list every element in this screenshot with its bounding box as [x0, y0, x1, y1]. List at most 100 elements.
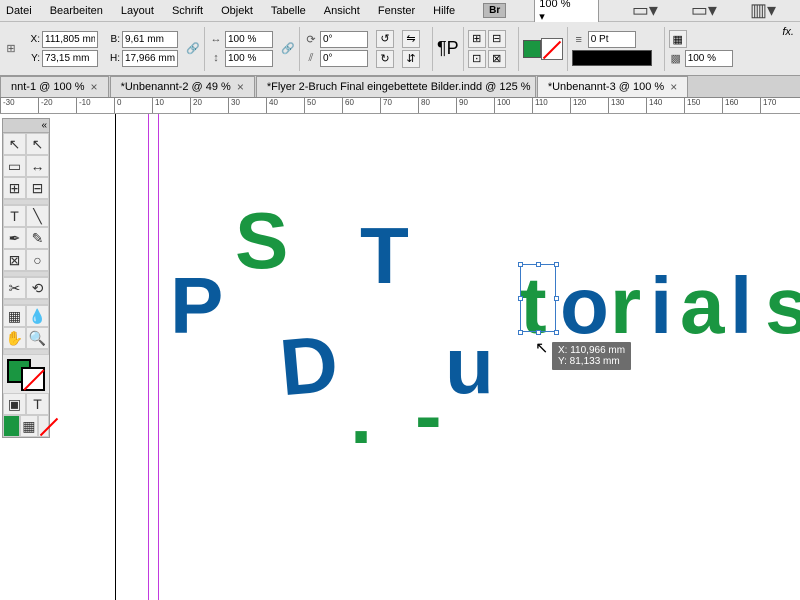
tab-2[interactable]: *Unbenannt-2 @ 49 %×: [110, 76, 255, 97]
menu-ansicht[interactable]: Ansicht: [324, 5, 360, 17]
formatting-container-button[interactable]: ▣: [3, 393, 26, 415]
scale-x-icon: ↔: [209, 32, 223, 46]
document-tabs: nnt-1 @ 100 %× *Unbenannt-2 @ 49 %× *Fly…: [0, 76, 800, 98]
constrain-proportions-icon[interactable]: 🔗: [186, 42, 200, 56]
apply-none-button[interactable]: [38, 415, 49, 437]
rotate-ccw-button[interactable]: ↺: [376, 30, 394, 48]
horizontal-ruler[interactable]: -30-20-100102030405060708090100110120130…: [0, 98, 800, 114]
cursor-icon: ↖: [535, 338, 548, 358]
transform-tool[interactable]: ⟲: [26, 277, 49, 299]
scissors-tool[interactable]: ✂: [3, 277, 26, 299]
menu-tabelle[interactable]: Tabelle: [271, 5, 306, 17]
menu-bearbeiten[interactable]: Bearbeiten: [50, 5, 103, 17]
y-input[interactable]: [42, 50, 98, 67]
ellipse-tool[interactable]: ○: [26, 249, 49, 271]
apply-gradient-button[interactable]: ▦: [20, 415, 37, 437]
width-input[interactable]: [122, 31, 178, 48]
rectangle-frame-tool[interactable]: ⊠: [3, 249, 26, 271]
fx-button[interactable]: fx.: [782, 26, 794, 38]
canvas-letter[interactable]: r: [610, 260, 641, 352]
flip-h-button[interactable]: ⇋: [402, 30, 420, 48]
canvas-letter[interactable]: s: [765, 260, 800, 352]
menu-objekt[interactable]: Objekt: [221, 5, 253, 17]
panel-collapse-icon[interactable]: «: [3, 119, 49, 133]
stroke-style-select[interactable]: [572, 50, 652, 66]
content-tool-2[interactable]: ⊟: [26, 177, 49, 199]
tab-3[interactable]: *Flyer 2-Bruch Final eingebettete Bilder…: [256, 76, 536, 97]
canvas-letter[interactable]: l: [730, 260, 752, 352]
fill-swatch[interactable]: [523, 40, 541, 58]
canvas-letter[interactable]: P: [170, 260, 223, 352]
stroke-swatch[interactable]: [541, 38, 563, 60]
stroke-color-box[interactable]: [21, 367, 45, 391]
opacity-icon: ▩: [669, 52, 683, 66]
close-icon[interactable]: ×: [237, 80, 244, 94]
direct-selection-tool[interactable]: ↖: [26, 133, 49, 155]
shear-input[interactable]: [320, 50, 368, 67]
effects-button[interactable]: ▦: [669, 30, 687, 48]
stroke-weight-input[interactable]: [588, 31, 636, 48]
hand-tool[interactable]: ✋: [3, 327, 26, 349]
canvas-letter[interactable]: u: [445, 320, 494, 412]
fill-stroke-control[interactable]: [3, 355, 49, 393]
tab-1[interactable]: nnt-1 @ 100 %×: [0, 76, 109, 97]
rotate-input[interactable]: [320, 31, 368, 48]
gradient-tool[interactable]: ▦: [3, 305, 26, 327]
arrange-icon[interactable]: ▥▾: [750, 0, 776, 21]
gap-tool[interactable]: ↔: [26, 155, 49, 177]
height-input[interactable]: [122, 50, 178, 67]
paragraph-style-icon[interactable]: ¶P: [437, 38, 459, 59]
view-mode-icon[interactable]: ▭▾: [632, 0, 658, 21]
canvas-letter[interactable]: D: [276, 318, 342, 415]
tab-4[interactable]: *Unbenannt-3 @ 100 %×: [537, 76, 688, 97]
menu-hilfe[interactable]: Hilfe: [433, 5, 455, 17]
align-button-1[interactable]: ⊞: [468, 30, 486, 48]
canvas-letter[interactable]: o: [560, 260, 609, 352]
apply-color-button[interactable]: [3, 415, 20, 437]
canvas-letter[interactable]: -: [415, 370, 442, 462]
canvas-letter[interactable]: a: [680, 260, 725, 352]
y-label: Y:: [26, 53, 40, 64]
zoom-tool[interactable]: 🔍: [26, 327, 49, 349]
w-label: B:: [106, 34, 120, 45]
close-icon[interactable]: ×: [670, 80, 677, 94]
menu-datei[interactable]: Datei: [6, 5, 32, 17]
flip-v-button[interactable]: ⇵: [402, 50, 420, 68]
opacity-input[interactable]: [685, 50, 733, 67]
link-scale-icon[interactable]: 🔗: [281, 42, 295, 56]
align-button-4[interactable]: ⊠: [488, 50, 506, 68]
formatting-text-button[interactable]: T: [26, 393, 49, 415]
canvas-letter[interactable]: i: [650, 260, 672, 352]
rotate-cw-button[interactable]: ↻: [376, 50, 394, 68]
menu-fenster[interactable]: Fenster: [378, 5, 415, 17]
canvas-letter[interactable]: .: [350, 370, 372, 462]
page-tool[interactable]: ▭: [3, 155, 26, 177]
menu-layout[interactable]: Layout: [121, 5, 154, 17]
scale-y-input[interactable]: [225, 50, 273, 67]
x-input[interactable]: [42, 31, 98, 48]
control-toolbar: ⊞ X: Y: B: H: 🔗 ↔ ↕ 🔗 ⟳ ⫽ ↺ ↻ ⇋ ⇵ ¶P ⊞⊟ …: [0, 22, 800, 76]
scale-x-input[interactable]: [225, 31, 273, 48]
pen-tool[interactable]: ✒: [3, 227, 26, 249]
canvas[interactable]: PSD.T-utorials↖X: 110,966 mmY: 81,133 mm: [0, 114, 800, 600]
bridge-button[interactable]: Br: [483, 3, 506, 18]
line-tool[interactable]: ╲: [26, 205, 49, 227]
screen-mode-icon[interactable]: ▭▾: [691, 0, 717, 21]
type-tool[interactable]: T: [3, 205, 26, 227]
reference-point-icon[interactable]: ⊞: [4, 42, 18, 56]
pencil-tool[interactable]: ✎: [26, 227, 49, 249]
shear-icon: ⫽: [304, 51, 318, 65]
eyedropper-tool[interactable]: 💧: [26, 305, 49, 327]
align-button-2[interactable]: ⊟: [488, 30, 506, 48]
menu-schrift[interactable]: Schrift: [172, 5, 203, 17]
selection-bounding-box[interactable]: [520, 264, 556, 332]
align-button-3[interactable]: ⊡: [468, 50, 486, 68]
content-tool[interactable]: ⊞: [3, 177, 26, 199]
canvas-letter[interactable]: T: [360, 210, 409, 302]
margin-guide[interactable]: [158, 114, 159, 600]
margin-guide[interactable]: [148, 114, 149, 600]
h-label: H:: [106, 53, 120, 64]
selection-tool[interactable]: ↖: [3, 133, 26, 155]
close-icon[interactable]: ×: [91, 80, 98, 94]
canvas-letter[interactable]: S: [235, 195, 288, 287]
